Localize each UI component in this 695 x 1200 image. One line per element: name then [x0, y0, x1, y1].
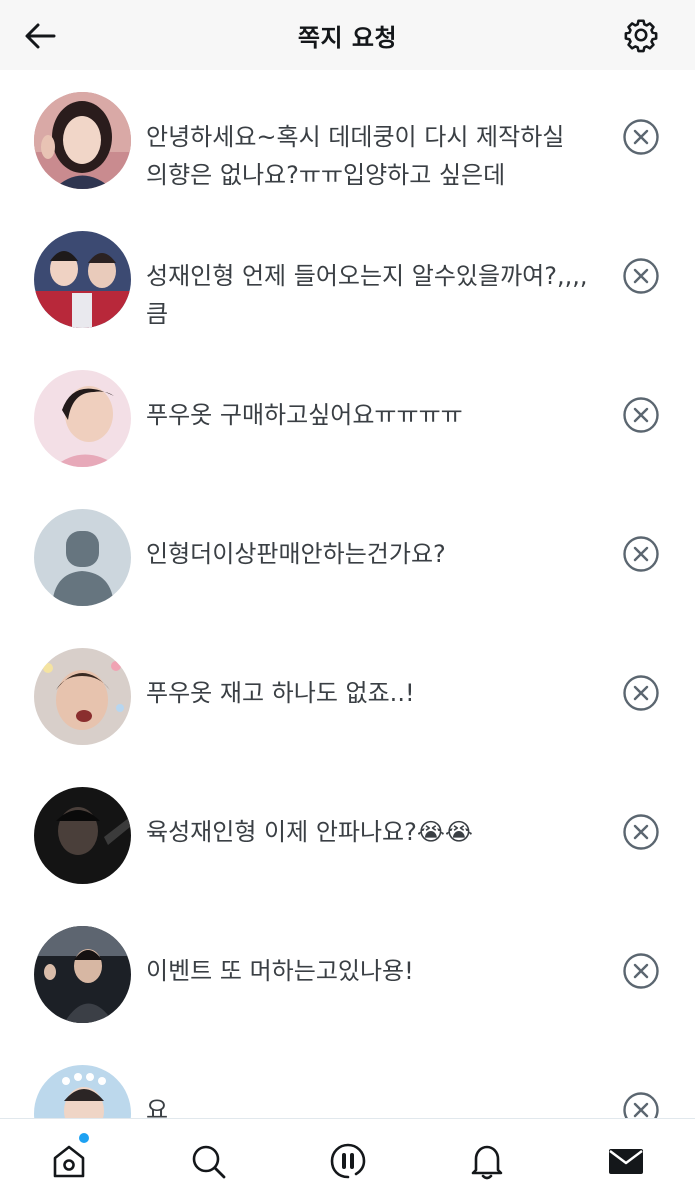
- message-preview: 요: [146, 1096, 169, 1118]
- dismiss-button[interactable]: [622, 535, 660, 573]
- message-preview: 안녕하세요~혹시 데데쿵이 다시 제작하실 의향은 없나요?ㅠㅠ입양하고 싶은데: [146, 123, 565, 189]
- top-bar: 쪽지 요청: [0, 0, 695, 70]
- message-request-item[interactable]: 육성재인형 이제 안파나요?😭😭: [0, 765, 695, 904]
- message-request-item[interactable]: 성재인형 언제 들어오는지 알수있을까여?,,,,큼: [0, 209, 695, 348]
- message-preview: 육성재인형 이제 안파나요?😭😭: [146, 818, 473, 846]
- message-preview: 인형더이상판매안하는건가요?: [146, 540, 446, 568]
- page-title: 쪽지 요청: [297, 23, 398, 52]
- bell-icon: [471, 1145, 503, 1180]
- dismiss-button[interactable]: [622, 952, 660, 990]
- message-request-item[interactable]: 인형더이상판매안하는건가요?: [0, 487, 695, 626]
- close-circle-icon: [623, 119, 659, 155]
- arrow-left-icon: [25, 23, 56, 49]
- notification-dot: [79, 1133, 89, 1143]
- mail-icon: [609, 1149, 643, 1174]
- avatar[interactable]: [34, 92, 131, 189]
- close-circle-icon: [623, 258, 659, 294]
- dismiss-button[interactable]: [622, 1091, 660, 1118]
- message-request-item[interactable]: 이벤트 또 머하는고있나용!: [0, 904, 695, 1043]
- bottom-tab-bar: [0, 1118, 695, 1200]
- avatar[interactable]: [34, 787, 131, 884]
- close-circle-icon: [623, 536, 659, 572]
- close-circle-icon: [623, 675, 659, 711]
- message-request-item[interactable]: 푸우옷 재고 하나도 없죠..!: [0, 626, 695, 765]
- close-circle-icon: [623, 397, 659, 433]
- dismiss-button[interactable]: [622, 118, 660, 156]
- avatar[interactable]: [34, 231, 131, 328]
- message-preview: 푸우옷 구매하고싶어요ㅠㅠㅠㅠ: [146, 401, 463, 429]
- back-button[interactable]: [22, 18, 58, 54]
- gear-icon: [624, 19, 658, 53]
- dismiss-button[interactable]: [622, 674, 660, 712]
- tab-home[interactable]: [47, 1133, 91, 1183]
- tab-spaces[interactable]: [326, 1139, 370, 1183]
- message-request-item[interactable]: 안녕하세요~혹시 데데쿵이 다시 제작하실 의향은 없나요?ㅠㅠ입양하고 싶은데: [0, 70, 695, 209]
- avatar[interactable]: [34, 509, 131, 606]
- close-circle-icon: [623, 953, 659, 989]
- tab-messages[interactable]: [604, 1139, 648, 1183]
- settings-button[interactable]: [620, 14, 662, 56]
- message-request-item[interactable]: 푸우옷 구매하고싶어요ㅠㅠㅠㅠ: [0, 348, 695, 487]
- tab-notifications[interactable]: [465, 1139, 509, 1183]
- message-preview: 푸우옷 재고 하나도 없죠..!: [146, 679, 415, 707]
- home-icon: [53, 1145, 85, 1178]
- close-circle-icon: [623, 1092, 659, 1118]
- close-circle-icon: [623, 814, 659, 850]
- dismiss-button[interactable]: [622, 396, 660, 434]
- avatar[interactable]: [34, 648, 131, 745]
- message-preview: 이벤트 또 머하는고있나용!: [146, 957, 414, 985]
- avatar[interactable]: [34, 1065, 131, 1118]
- dismiss-button[interactable]: [622, 257, 660, 295]
- message-request-list: 안녕하세요~혹시 데데쿵이 다시 제작하실 의향은 없나요?ㅠㅠ입양하고 싶은데…: [0, 70, 695, 1118]
- default-avatar-icon: [34, 509, 131, 606]
- search-icon: [192, 1145, 226, 1179]
- tab-search[interactable]: [186, 1139, 230, 1183]
- spaces-icon: [330, 1143, 366, 1179]
- avatar[interactable]: [34, 370, 131, 467]
- message-preview: 성재인형 언제 들어오는지 알수있을까여?,,,,큼: [146, 262, 588, 328]
- dismiss-button[interactable]: [622, 813, 660, 851]
- message-request-item[interactable]: 요: [0, 1043, 695, 1118]
- avatar[interactable]: [34, 926, 131, 1023]
